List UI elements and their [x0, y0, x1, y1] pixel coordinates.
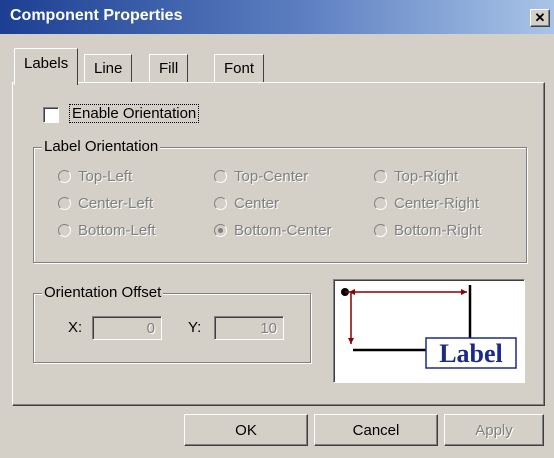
- ok-button[interactable]: OK: [184, 414, 308, 446]
- x-offset-label: X:: [68, 319, 83, 336]
- tab-line-label: Line: [94, 60, 123, 77]
- labels-tab-panel: Enable Orientation Label Orientation Top…: [12, 82, 545, 406]
- orientation-offset-legend: Orientation Offset: [42, 284, 164, 302]
- enable-orientation-checkbox[interactable]: [43, 107, 59, 123]
- apply-button[interactable]: Apply: [444, 414, 544, 446]
- label-preview-text: Label: [439, 339, 503, 368]
- tab-font-label: Font: [224, 60, 255, 77]
- horizontal-arrow-icon: [461, 289, 467, 295]
- enable-orientation-label[interactable]: Enable Orientation: [69, 104, 200, 123]
- radio-top-center-icon: [214, 170, 227, 183]
- radio-center-right-icon: [374, 197, 387, 210]
- label-orientation-group: Label Orientation Top-Left Top-Center To…: [33, 138, 527, 263]
- radio-center-right-label: Center-Right: [394, 195, 480, 212]
- window-title: Component Properties: [10, 7, 183, 24]
- radio-top-left-label: Top-Left: [78, 168, 133, 185]
- horizontal-arrow-start-icon: [349, 289, 355, 295]
- tab-fill-label: Fill: [159, 60, 179, 77]
- radio-bottom-left-icon: [58, 224, 71, 237]
- orientation-preview: Label: [333, 279, 525, 383]
- y-offset-field[interactable]: 10: [214, 316, 284, 340]
- tab-labels[interactable]: Labels: [14, 48, 79, 85]
- close-icon[interactable]: ✕: [530, 9, 550, 27]
- radio-top-left-icon: [58, 170, 71, 183]
- y-offset-label: Y:: [188, 319, 202, 336]
- tab-line[interactable]: Line: [84, 54, 133, 83]
- radio-bottom-right-label: Bottom-Right: [394, 222, 482, 239]
- radio-top-right-icon: [374, 170, 387, 183]
- cancel-button[interactable]: Cancel: [314, 414, 438, 446]
- tab-font[interactable]: Font: [214, 54, 265, 83]
- x-offset-field[interactable]: 0: [92, 316, 162, 340]
- radio-center-left-icon: [58, 197, 71, 210]
- tab-fill[interactable]: Fill: [149, 54, 189, 83]
- label-orientation-legend: Label Orientation: [42, 138, 161, 156]
- radio-top-right-label: Top-Right: [394, 168, 459, 185]
- radio-bottom-right-icon: [374, 224, 387, 237]
- component-properties-dialog: Component Properties ✕ Labels Line Fill …: [0, 0, 554, 458]
- radio-center-icon: [214, 197, 227, 210]
- radio-center-left-label: Center-Left: [78, 195, 154, 212]
- vertical-arrow-icon: [348, 338, 354, 344]
- radio-bottom-center-label: Bottom-Center: [234, 222, 332, 239]
- radio-bottom-left-label: Bottom-Left: [78, 222, 156, 239]
- radio-center-label: Center: [234, 195, 280, 212]
- orientation-preview-diagram: Label: [341, 285, 517, 369]
- tab-labels-label: Labels: [24, 55, 69, 72]
- title-bar[interactable]: Component Properties ✕: [0, 0, 554, 34]
- radio-top-center-label: Top-Center: [234, 168, 309, 185]
- orientation-offset-group: Orientation Offset X: 0 Y: 10: [33, 284, 311, 363]
- radio-bottom-center-icon: [214, 224, 227, 237]
